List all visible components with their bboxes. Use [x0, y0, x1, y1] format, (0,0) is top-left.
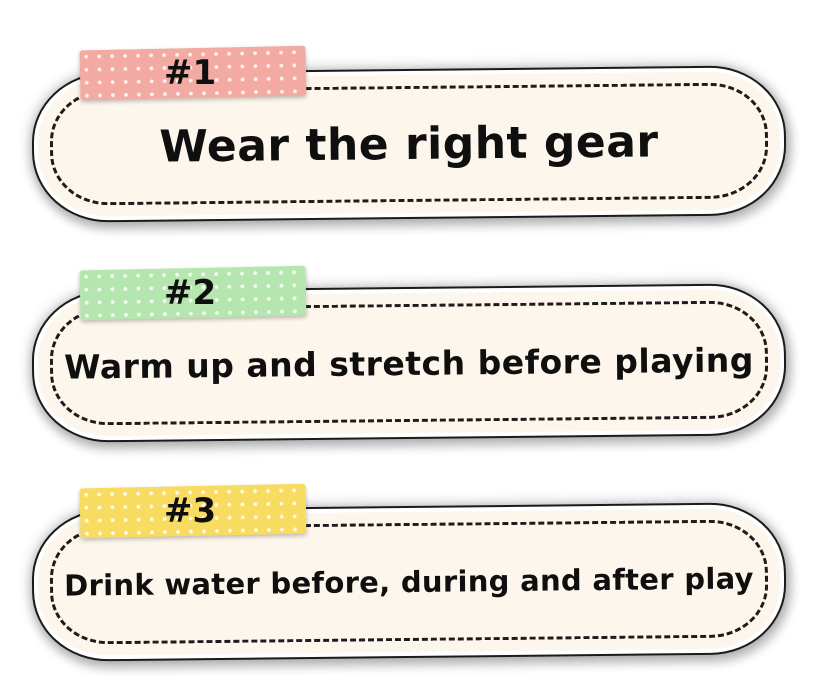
- washi-tape-label: #1: [79, 45, 307, 101]
- tip-number: #1: [164, 53, 217, 94]
- tip-number: #2: [164, 273, 217, 314]
- tip-number: #3: [164, 491, 217, 532]
- washi-tape-label: #3: [79, 483, 307, 539]
- washi-tape-label: #2: [79, 265, 307, 321]
- tips-list: Wear the right gear #1 Warm up and stret…: [0, 0, 817, 691]
